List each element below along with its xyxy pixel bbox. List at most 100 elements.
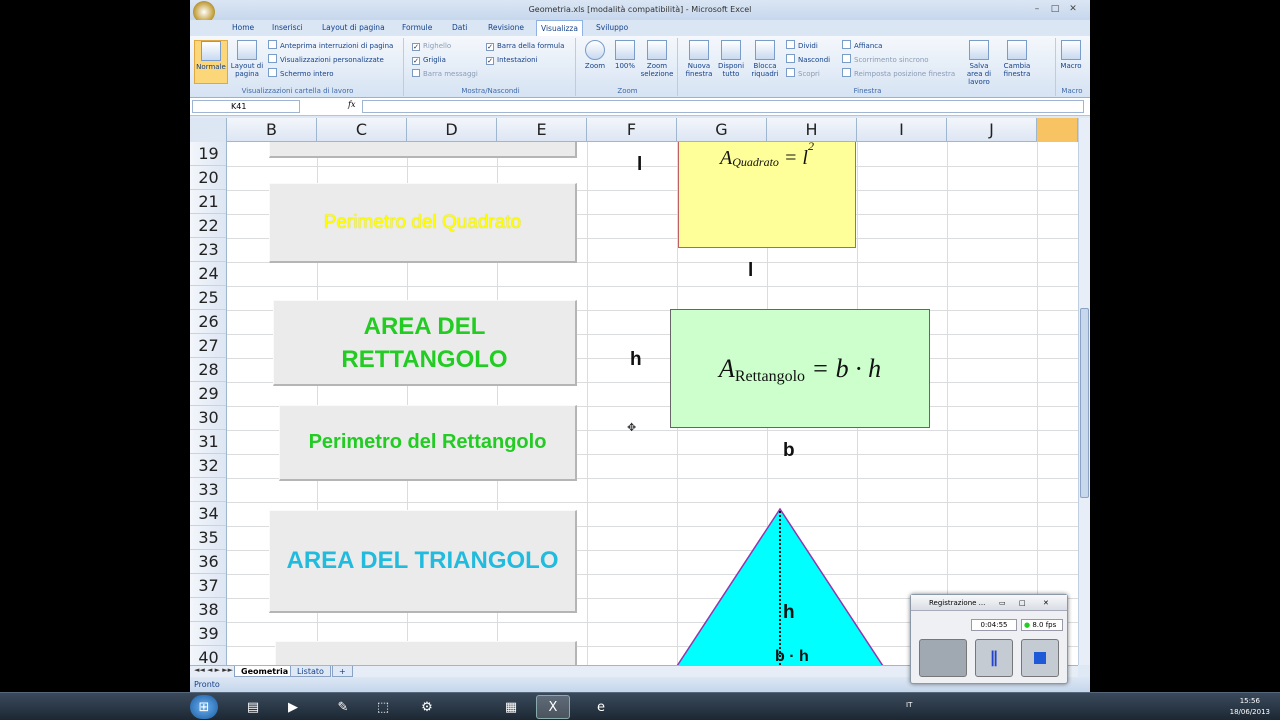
nuova-finestra-button[interactable]: Nuova finestra [682, 40, 716, 78]
cambia-finestra-button[interactable]: Cambia finestra [1000, 40, 1034, 78]
personalizzate-button[interactable]: Visualizzazioni personalizzate [268, 54, 384, 66]
shape-button-top[interactable] [269, 142, 577, 158]
explorer-taskbar-icon[interactable]: ▤ [236, 695, 270, 719]
zoom-selezione-button[interactable]: Zoom selezione [640, 40, 674, 78]
area-rettangolo-button[interactable]: AREA DEL RETTANGOLO [273, 300, 577, 386]
schermo-intero-button[interactable]: Schermo intero [268, 68, 334, 80]
righello-checkbox[interactable]: ✓ Righello [412, 40, 451, 52]
worksheet-grid[interactable]: Perimetro del Quadrato AREA DEL RETTANGO… [227, 142, 1078, 665]
vertical-scrollbar[interactable] [1078, 118, 1090, 665]
shape-button-bottom[interactable] [275, 641, 577, 665]
row-header[interactable]: 24 [190, 262, 226, 286]
col-header-e[interactable]: E [497, 118, 587, 142]
sheet-nav-arrows[interactable]: ◄◄ ◄ ► ►► [194, 666, 233, 674]
col-header-j[interactable]: J [947, 118, 1037, 142]
language-indicator[interactable]: IT [906, 701, 912, 709]
word-taskbar-icon[interactable]: ▦ [494, 695, 528, 719]
tab-dati[interactable]: Dati [448, 20, 471, 36]
nascondi-button[interactable]: Nascondi [786, 54, 830, 66]
barra-messaggi-checkbox[interactable]: Barra messaggi [412, 68, 478, 80]
sheet-tab-listato[interactable]: Listato [290, 666, 331, 677]
fx-icon[interactable]: fx [348, 100, 355, 109]
scopri-button[interactable]: Scopri [786, 68, 820, 80]
row-header[interactable]: 23 [190, 238, 226, 262]
scorrimento-button[interactable]: Scorrimento sincrono [842, 54, 929, 66]
col-header-i[interactable]: I [857, 118, 947, 142]
row-header[interactable]: 33 [190, 478, 226, 502]
row-header[interactable]: 28 [190, 358, 226, 382]
triangle-shape[interactable] [675, 506, 895, 665]
col-header-b[interactable]: B [227, 118, 317, 142]
col-header-h[interactable]: H [767, 118, 857, 142]
formula-input[interactable] [362, 100, 1084, 113]
row-header[interactable]: 21 [190, 190, 226, 214]
tool-taskbar-icon[interactable]: ⚙ [410, 695, 444, 719]
barra-formula-checkbox[interactable]: ✓ Barra della formula [486, 40, 564, 52]
row-header[interactable]: 30 [190, 406, 226, 430]
sheet-tab-geometria[interactable]: Geometria [234, 666, 296, 677]
minimize-icon[interactable]: – [1030, 2, 1044, 16]
row-header[interactable]: 27 [190, 334, 226, 358]
pdf-taskbar-icon[interactable]: ⬚ [366, 695, 400, 719]
col-header-d[interactable]: D [407, 118, 497, 142]
anteprima-button[interactable]: Anteprima interruzioni di pagina [268, 40, 393, 52]
tab-layout[interactable]: Layout di pagina [318, 20, 389, 36]
tab-inserisci[interactable]: Inserisci [268, 20, 307, 36]
recorder-minimize-icon[interactable]: ▭ [999, 595, 1006, 611]
zoom-button[interactable]: Zoom [578, 40, 612, 70]
row-header[interactable]: 19 [190, 142, 226, 166]
dividi-button[interactable]: Dividi [786, 40, 818, 52]
affianca-button[interactable]: Affianca [842, 40, 882, 52]
row-header[interactable]: 22 [190, 214, 226, 238]
macro-button[interactable]: Macro [1056, 40, 1086, 70]
tab-revisione[interactable]: Revisione [484, 20, 528, 36]
tab-sviluppo[interactable]: Sviluppo [592, 20, 632, 36]
row-header[interactable]: 26 [190, 310, 226, 334]
col-header-k[interactable] [1037, 118, 1078, 142]
col-header-c[interactable]: C [317, 118, 407, 142]
perimetro-quadrato-button[interactable]: Perimetro del Quadrato [269, 183, 577, 263]
area-rettangolo-formula-box[interactable]: A Rettangolo = b · h [670, 309, 930, 428]
row-header[interactable]: 40 [190, 646, 226, 665]
blocca-riquadri-button[interactable]: Blocca riquadri [748, 40, 782, 78]
row-header[interactable]: 31 [190, 430, 226, 454]
select-all-corner[interactable] [190, 118, 227, 142]
recorder-record-button[interactable] [919, 639, 967, 677]
name-box[interactable]: K41 [192, 100, 300, 113]
insert-sheet-tab[interactable]: + [332, 666, 353, 677]
row-header[interactable]: 38 [190, 598, 226, 622]
row-header[interactable]: 34 [190, 502, 226, 526]
restore-icon[interactable]: □ [1048, 2, 1062, 16]
row-header[interactable]: 29 [190, 382, 226, 406]
zoom-100-button[interactable]: 100% [608, 40, 642, 70]
media-taskbar-icon[interactable]: ▶ [276, 695, 310, 719]
salva-area-button[interactable]: Salva area di lavoro [962, 40, 996, 86]
ie-taskbar-icon[interactable]: e [584, 695, 618, 719]
reimposta-button[interactable]: Reimposta posizione finestra [842, 68, 955, 80]
area-quadrato-formula-box[interactable]: A Quadrato = l2 [678, 142, 856, 248]
recorder-pause-button[interactable]: ∥ [975, 639, 1013, 677]
tab-home[interactable]: Home [228, 20, 258, 36]
perimetro-rettangolo-button[interactable]: Perimetro del Rettangolo [279, 405, 577, 481]
row-header[interactable]: 37 [190, 574, 226, 598]
area-triangolo-button[interactable]: AREA DEL TRIANGOLO [269, 510, 577, 613]
paint-taskbar-icon[interactable]: ✎ [326, 695, 360, 719]
intestazioni-checkbox[interactable]: ✓ Intestazioni [486, 54, 538, 66]
clock[interactable]: 15:56 18/06/2013 [1230, 696, 1270, 718]
recorder-maximize-icon[interactable]: □ [1019, 595, 1026, 611]
row-header[interactable]: 20 [190, 166, 226, 190]
griglia-checkbox[interactable]: ✓ Griglia [412, 54, 446, 66]
recorder-stop-button[interactable] [1021, 639, 1059, 677]
row-header[interactable]: 39 [190, 622, 226, 646]
excel-taskbar-icon[interactable]: X [536, 695, 570, 719]
tab-formule[interactable]: Formule [398, 20, 436, 36]
scroll-thumb[interactable] [1080, 308, 1089, 498]
recorder-close-icon[interactable]: ✕ [1043, 595, 1049, 611]
row-header[interactable]: 35 [190, 526, 226, 550]
close-icon[interactable]: ✕ [1066, 2, 1080, 16]
disponi-tutto-button[interactable]: Disponi tutto [714, 40, 748, 78]
layout-pagina-button[interactable]: Layout di pagina [230, 40, 264, 78]
row-header[interactable]: 32 [190, 454, 226, 478]
col-header-f[interactable]: F [587, 118, 677, 142]
row-header[interactable]: 36 [190, 550, 226, 574]
